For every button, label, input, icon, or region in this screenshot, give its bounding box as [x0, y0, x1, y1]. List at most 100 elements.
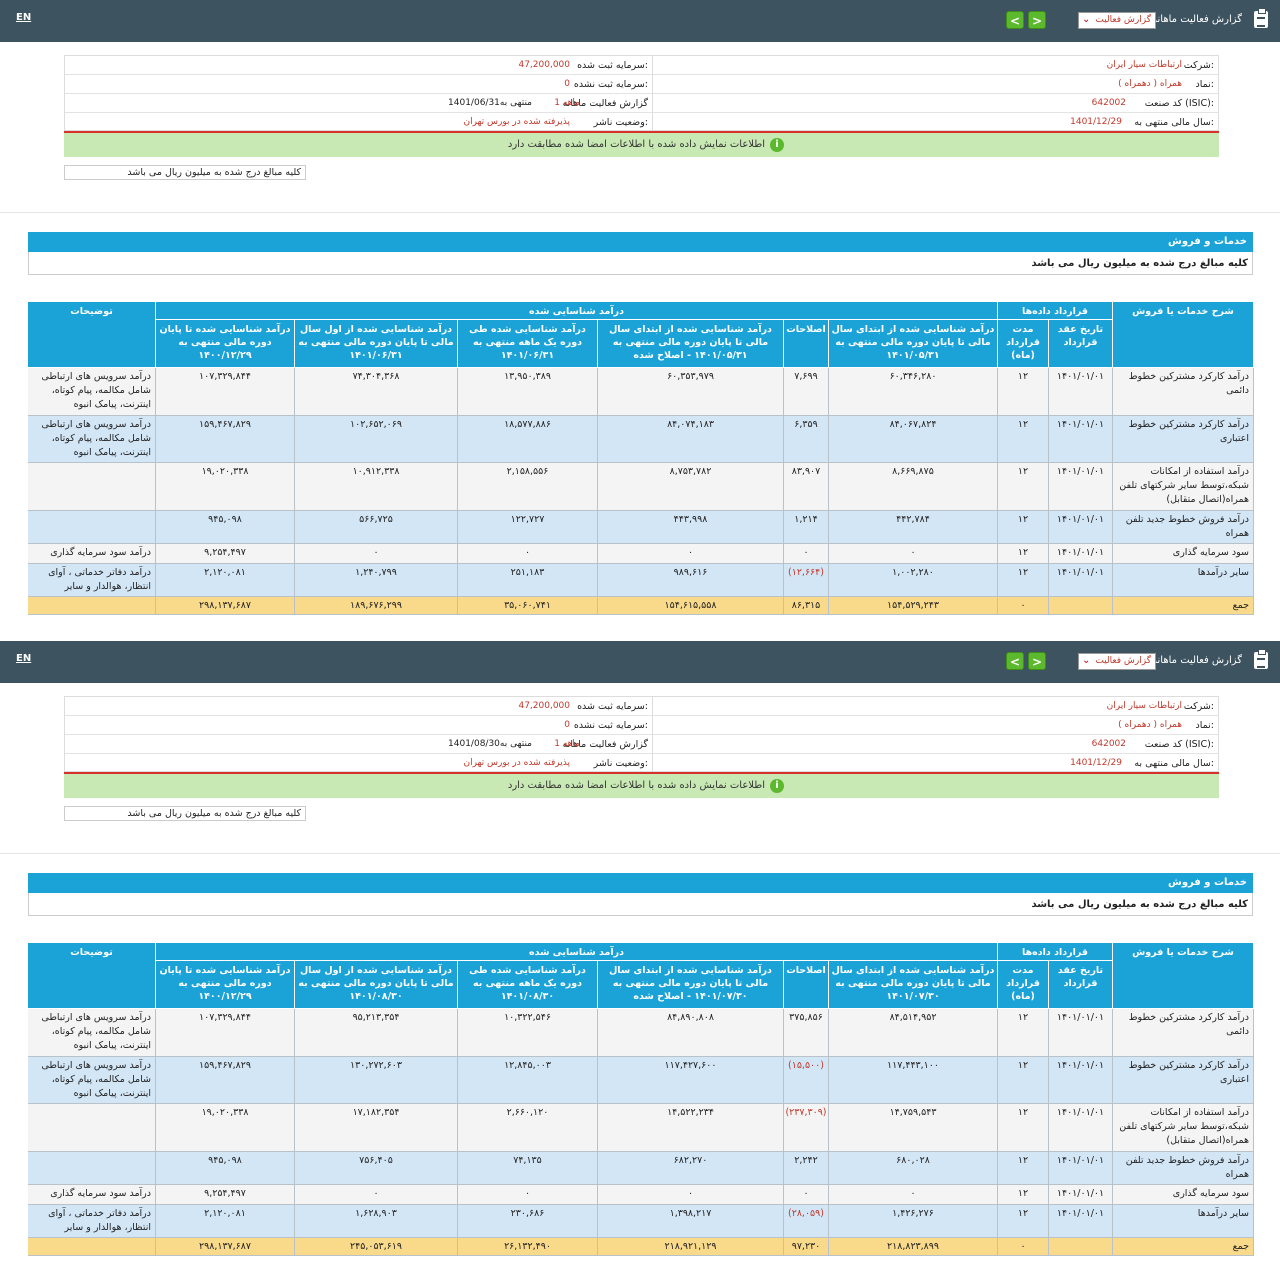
- row-label: جمع: [1113, 1238, 1254, 1256]
- report-title: گزارش فعالیت ماهانه: [1152, 14, 1242, 25]
- row-label: درآمد استفاده از امکانات شبکه،توسط سایر …: [1113, 1104, 1254, 1152]
- duration-cell: ۱۲: [998, 463, 1049, 511]
- issuer-status-value: پذیرفته شده در بورس تهران: [463, 117, 570, 127]
- report-type-select[interactable]: ⌄ گزارش فعالیت: [1078, 653, 1156, 670]
- contract-date-cell: ۱۴۰۱/۰۱/۰۱: [1049, 1104, 1113, 1152]
- value-cell: ۱۵۴,۶۱۵,۵۵۸: [598, 597, 784, 615]
- value-cell: ۱,۲۴۰,۷۹۹: [295, 564, 458, 597]
- company-value: ارتباطات سیار ایران: [1106, 60, 1182, 70]
- prev-page-button[interactable]: <: [1006, 11, 1024, 29]
- row-label: سود سرمایه گذاری: [1113, 1185, 1254, 1205]
- contract-date-cell: [1049, 1238, 1113, 1256]
- header-col4: درآمد شناسایی شده طی دوره یک ماهه منتهی …: [458, 320, 598, 368]
- value-cell: ۱۳۰,۲۷۲,۶۰۳: [295, 1057, 458, 1104]
- value-cell: (۲۳۷,۳۰۹): [784, 1104, 829, 1152]
- value-cell: ۸۴,۵۱۴,۹۵۲: [829, 1009, 998, 1057]
- next-page-button[interactable]: >: [1028, 11, 1046, 29]
- report-type-value: گزارش فعالیت: [1095, 656, 1151, 666]
- info-icon: i: [770, 779, 784, 793]
- header-col3: درآمد شناسایی شده از ابتدای سال مالی تا …: [598, 320, 784, 368]
- report-type-select[interactable]: ⌄ گزارش فعالیت: [1078, 12, 1156, 29]
- duration-cell: ۱۲: [998, 1185, 1049, 1205]
- clipboard-icon: [1254, 8, 1268, 28]
- value-cell: ۱۲,۸۴۵,۰۰۳: [458, 1057, 598, 1104]
- value-cell: ۱۴,۷۵۹,۵۴۳: [829, 1104, 998, 1152]
- english-link[interactable]: EN: [16, 653, 31, 664]
- report-months: 1 ماهه: [554, 739, 580, 749]
- row-label: درآمد کارکرد مشترکین خطوط دائمی: [1113, 368, 1254, 416]
- header-notes: توضیحات: [28, 302, 156, 368]
- english-link[interactable]: EN: [16, 12, 31, 23]
- capital-unregistered-value: 0: [564, 720, 570, 730]
- company-info-box: شرکت: ارتباطات سیار ایران سرمایه ثبت شده: 4…: [64, 696, 1219, 773]
- contract-date-cell: ۱۴۰۱/۰۱/۰۱: [1049, 511, 1113, 544]
- value-cell: ۱۸,۵۷۷,۸۸۶: [458, 416, 598, 463]
- value-cell: ۹۵,۲۱۳,۳۵۴: [295, 1009, 458, 1057]
- value-cell: ۱,۶۲۸,۹۰۳: [295, 1205, 458, 1238]
- unit-note: کلیه مبالغ درج شده به میلیون ریال می باش…: [1031, 258, 1248, 269]
- info-row: سال مالی منتهی به: 1401/12/29 وضعیت ناشر: پ…: [65, 113, 1218, 132]
- value-cell: ۰: [458, 544, 598, 564]
- value-cell: ۲,۱۵۸,۵۵۶: [458, 463, 598, 511]
- row-label: سایر درآمدها: [1113, 1205, 1254, 1238]
- value-cell: ۰: [829, 544, 998, 564]
- contract-date-cell: ۱۴۰۱/۰۱/۰۱: [1049, 1152, 1113, 1185]
- duration-cell: ۱۲: [998, 1205, 1049, 1238]
- value-cell: ۱۲۲,۷۲۷: [458, 511, 598, 544]
- info-row: کد صنعت (ISIC): 642002 گزارش فعالیت ماهانه…: [65, 735, 1218, 754]
- value-cell: ۱۹,۰۲۰,۳۳۸: [156, 463, 295, 511]
- value-cell: ۷۴,۳۰۴,۳۶۸: [295, 368, 458, 416]
- notes-cell: درآمد سود سرمایه گذاری: [28, 544, 156, 564]
- row-label: درآمد فروش خطوط جدید تلفن همراه: [1113, 1152, 1254, 1185]
- info-row: شرکت: ارتباطات سیار ایران سرمایه ثبت شده: 4…: [65, 697, 1218, 716]
- capital-unregistered-label: سرمایه ثبت نشده:: [573, 79, 648, 90]
- value-cell: ۲۴۵,۰۵۳,۶۱۹: [295, 1238, 458, 1256]
- verification-banner: اطلاعات نمایش داده شده با اطلاعات امضا ش…: [64, 774, 1219, 798]
- notes-cell: [28, 1152, 156, 1185]
- isic-value: 642002: [1091, 98, 1126, 108]
- header-contract-data: قرارداد داده‌ها: [998, 943, 1113, 961]
- company-label: شرکت:: [1183, 701, 1214, 712]
- capital-registered-label: سرمایه ثبت شده:: [577, 60, 648, 71]
- value-cell: ۸۴,۰۷۴,۱۸۳: [598, 416, 784, 463]
- info-icon: i: [770, 138, 784, 152]
- next-page-button[interactable]: >: [1028, 652, 1046, 670]
- header-col5: درآمد شناسایی شده از اول سال مالی تا پای…: [295, 961, 458, 1009]
- value-cell: ۸۴,۸۹۰,۸۰۸: [598, 1009, 784, 1057]
- report-period-value: منتهی به1401/06/31: [448, 98, 532, 108]
- value-cell: ۷۴,۱۳۵: [458, 1152, 598, 1185]
- chevron-down-icon: ⌄: [1082, 655, 1091, 666]
- row-label: درآمد کارکرد مشترکین خطوط دائمی: [1113, 1009, 1254, 1057]
- issuer-status-label: وضعیت ناشر:: [593, 758, 648, 769]
- contract-date-cell: ۱۴۰۱/۰۱/۰۱: [1049, 564, 1113, 597]
- value-cell: ۷,۶۹۹: [784, 368, 829, 416]
- verification-message: اطلاعات نمایش داده شده با اطلاعات امضا ش…: [507, 139, 765, 150]
- services-section-header: خدمات و فروش: [28, 873, 1253, 893]
- value-cell: ۱۰۲,۶۵۲,۰۶۹: [295, 416, 458, 463]
- section-separator: [0, 853, 1280, 854]
- contract-date-cell: ۱۴۰۱/۰۱/۰۱: [1049, 544, 1113, 564]
- duration-cell: ۱۲: [998, 368, 1049, 416]
- contract-date-cell: ۱۴۰۱/۰۱/۰۱: [1049, 368, 1113, 416]
- unit-note-box: کلیه مبالغ درج شده به میلیون ریال می باش…: [28, 252, 1253, 275]
- value-cell: ۲,۱۲۰,۰۸۱: [156, 564, 295, 597]
- value-cell: ۲,۱۲۰,۰۸۱: [156, 1205, 295, 1238]
- services-section-header: خدمات و فروش: [28, 232, 1253, 252]
- prev-page-button[interactable]: <: [1006, 652, 1024, 670]
- isic-label: کد صنعت (ISIC):: [1144, 98, 1214, 109]
- value-cell: ۰: [295, 1185, 458, 1205]
- report-type-value: گزارش فعالیت: [1095, 15, 1151, 25]
- notes-cell: [28, 463, 156, 511]
- info-row: شرکت: ارتباطات سیار ایران سرمایه ثبت شده: 4…: [65, 56, 1218, 75]
- duration-cell: ۰: [998, 1238, 1049, 1256]
- value-cell: ۱۹,۰۲۰,۳۳۸: [156, 1104, 295, 1152]
- row-label: درآمد فروش خطوط جدید تلفن همراه: [1113, 511, 1254, 544]
- notes-cell: درآمد سرویس های ارتباطی شامل مکالمه، پیا…: [28, 368, 156, 416]
- notes-cell: درآمد سرویس های ارتباطی شامل مکالمه، پیا…: [28, 1057, 156, 1104]
- issuer-status-label: وضعیت ناشر:: [593, 117, 648, 128]
- notes-cell: درآمد سود سرمایه گذاری: [28, 1185, 156, 1205]
- row-label: درآمد کارکرد مشترکین خطوط اعتباری: [1113, 1057, 1254, 1104]
- clipboard-icon: [1254, 649, 1268, 669]
- header-description: شرح خدمات یا فروش: [1113, 943, 1254, 1009]
- symbol-value: همراه ( دهمراه ): [1118, 720, 1182, 730]
